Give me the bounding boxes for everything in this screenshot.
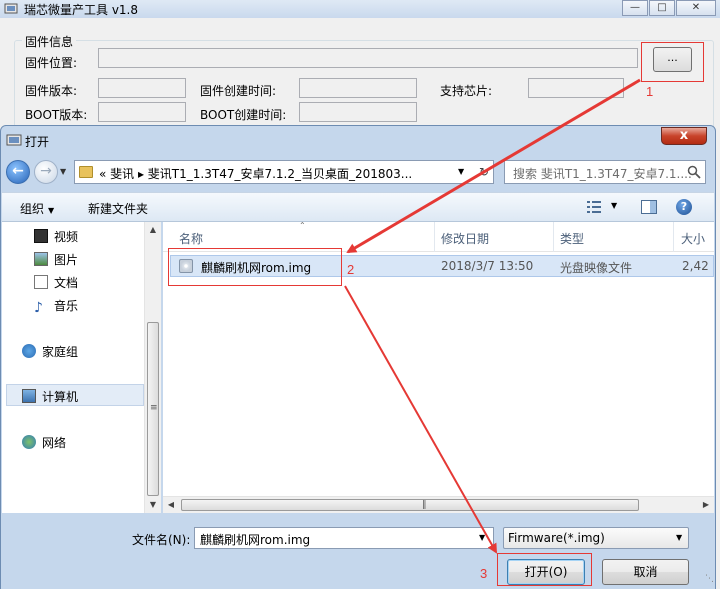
video-icon [34,229,48,243]
app-icon [4,3,18,14]
filter-dropdown-icon: ▼ [676,533,683,542]
preview-pane-icon[interactable] [641,200,657,214]
help-icon[interactable]: ? [676,199,692,215]
history-dropdown-icon[interactable]: ▼ [60,167,66,176]
column-name[interactable]: 名称 [179,230,203,247]
dialog-close-button[interactable]: x [661,127,707,145]
boot-version-label: BOOT版本: [25,108,88,122]
supported-chip-field [528,78,624,98]
cancel-button[interactable]: 取消 [602,559,689,585]
search-box[interactable]: 搜索 斐讯T1_1.3T47_安卓7.1.... [504,160,706,184]
filename-label: 文件名(N): [132,533,191,547]
file-horizontal-scrollbar[interactable]: ◀ ‖ ▶ [163,496,714,513]
open-file-dialog: 打开 x ← → ▼ « 斐讯 ▸ 斐讯T1_1.3T47_安卓7.1.2_当贝… [0,125,716,589]
file-modified: 2018/3/7 13:50 [441,259,534,273]
resize-grip-icon[interactable]: ⋱ [705,574,714,584]
scroll-left-icon[interactable]: ◀ [163,497,179,513]
bg-close-button[interactable]: ✕ [676,0,716,16]
organize-button[interactable]: 组织 ▼ [20,200,54,217]
view-options-icon[interactable] [587,201,601,213]
scroll-up-icon[interactable]: ▲ [145,222,161,238]
chevron-down-icon: ▼ [48,206,55,215]
document-icon [34,275,48,289]
annotation-box-1 [641,42,704,82]
firmware-location-field[interactable] [98,48,638,68]
bg-app-title: 瑞芯微量产工具 v1.8 [24,3,139,17]
firmware-version-field [98,78,186,98]
dialog-toolbar: 组织 ▼ 新建文件夹 ▼ ? [2,192,714,222]
view-dropdown-icon[interactable]: ▼ [611,201,617,210]
filename-dropdown-icon[interactable]: ▼ [479,533,485,542]
search-placeholder: 搜索 斐讯T1_1.3T47_安卓7.1.... [513,167,692,181]
nav-item-documents[interactable]: 文档 [34,274,78,291]
background-app-window: 瑞芯微量产工具 v1.8 — □ ✕ 固件信息 固件位置: ... 固件版本: … [0,0,720,140]
address-path: « 斐讯 ▸ 斐讯T1_1.3T47_安卓7.1.2_当贝桌面_201803..… [99,167,413,181]
new-folder-button[interactable]: 新建文件夹 [88,200,148,217]
nav-item-computer[interactable]: 计算机 [22,388,78,405]
annotation-box-3 [497,553,592,586]
back-button[interactable]: ← [6,160,30,184]
supported-chip-label: 支持芯片: [440,84,493,98]
scroll-thumb[interactable]: ≡ [147,322,159,496]
minimize-button[interactable]: — [622,0,648,16]
file-size: 2,42 [682,259,709,273]
forward-button[interactable]: → [34,160,58,184]
bg-titlebar: 瑞芯微量产工具 v1.8 — □ ✕ [0,0,720,18]
firmware-version-label: 固件版本: [25,84,78,98]
firmware-info-legend: 固件信息 [22,33,77,50]
column-size[interactable]: 大小 [681,230,705,247]
boot-created-field [299,102,417,122]
column-type[interactable]: 类型 [560,230,584,247]
file-type: 光盘映像文件 [560,261,633,275]
boot-version-field [98,102,186,122]
network-icon [22,435,36,449]
navigation-pane: 视频 图片 文档 ♪ 音乐 家庭组 计算机 网络 [2,222,161,513]
computer-icon [22,389,36,403]
address-bar[interactable]: « 斐讯 ▸ 斐讯T1_1.3T47_安卓7.1.2_当贝桌面_201803..… [74,160,494,184]
nav-item-network[interactable]: 网络 [22,434,66,451]
search-icon[interactable] [687,165,701,179]
firmware-created-label: 固件创建时间: [200,84,277,98]
nav-item-music[interactable]: ♪ 音乐 [34,297,78,315]
filename-value: 麒麟刷机网rom.img [200,533,311,547]
firmware-location-label: 固件位置: [25,56,78,70]
maximize-button[interactable]: □ [649,0,675,16]
nav-item-pictures[interactable]: 图片 [34,251,78,268]
folder-icon [79,166,93,178]
scroll-right-icon[interactable]: ▶ [698,497,714,513]
annotation-number-3: 3 [480,566,488,581]
file-type-filter[interactable]: Firmware(*.img) ▼ [503,527,689,549]
hscroll-thumb[interactable]: ‖ [181,499,639,511]
dialog-app-icon [6,134,22,146]
annotation-box-2 [168,248,342,286]
address-dropdown-icon[interactable]: ▼ [458,167,464,176]
nav-vertical-scrollbar[interactable]: ▲ ≡ ▼ [144,222,161,513]
dialog-title: 打开 [25,135,50,149]
annotation-number-2: 2 [347,262,355,277]
nav-item-homegroup[interactable]: 家庭组 [22,343,78,360]
column-modified[interactable]: 修改日期 [441,230,489,247]
annotation-number-1: 1 [646,84,654,99]
homegroup-icon [22,344,36,358]
sort-caret-icon: ⌃ [299,221,306,230]
boot-created-label: BOOT创建时间: [200,108,287,122]
firmware-created-field [299,78,417,98]
nav-item-videos[interactable]: 视频 [34,228,78,245]
scroll-down-icon[interactable]: ▼ [145,497,161,513]
refresh-icon[interactable]: ↻ [475,165,493,181]
music-icon: ♪ [34,300,43,316]
picture-icon [34,252,48,266]
filename-input[interactable]: 麒麟刷机网rom.img ▼ [194,527,494,549]
filter-value: Firmware(*.img) [508,531,605,545]
